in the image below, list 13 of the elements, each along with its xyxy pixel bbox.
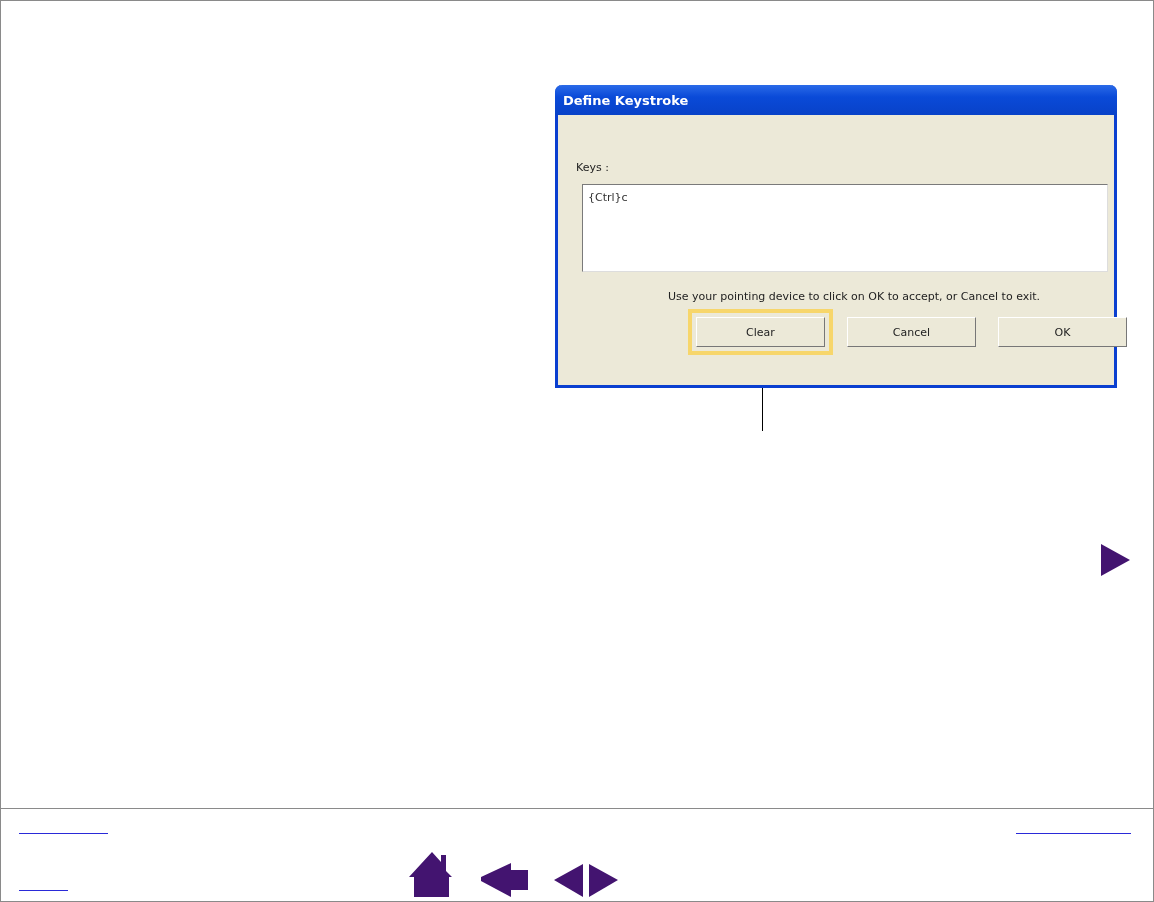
back-arrow-icon[interactable] [480,863,528,897]
home-icon[interactable] [408,851,455,897]
window-title: Define Keystroke [563,92,689,108]
next-page-icon[interactable] [588,864,618,897]
instruction-text: Use your pointing device to click on OK to accept, or Cancel to exit. [668,290,1042,303]
leader-line [762,388,763,431]
keys-label: Keys : [576,161,610,174]
next-page-icon[interactable] [1101,544,1130,576]
dialog-button[interactable]: OK [998,317,1127,347]
previous-page-icon[interactable] [553,864,583,897]
dialog-button[interactable]: Clear [696,317,825,347]
keys-field[interactable]: {Ctrl}c [582,184,1108,272]
dialog-button[interactable]: Cancel [847,317,976,347]
